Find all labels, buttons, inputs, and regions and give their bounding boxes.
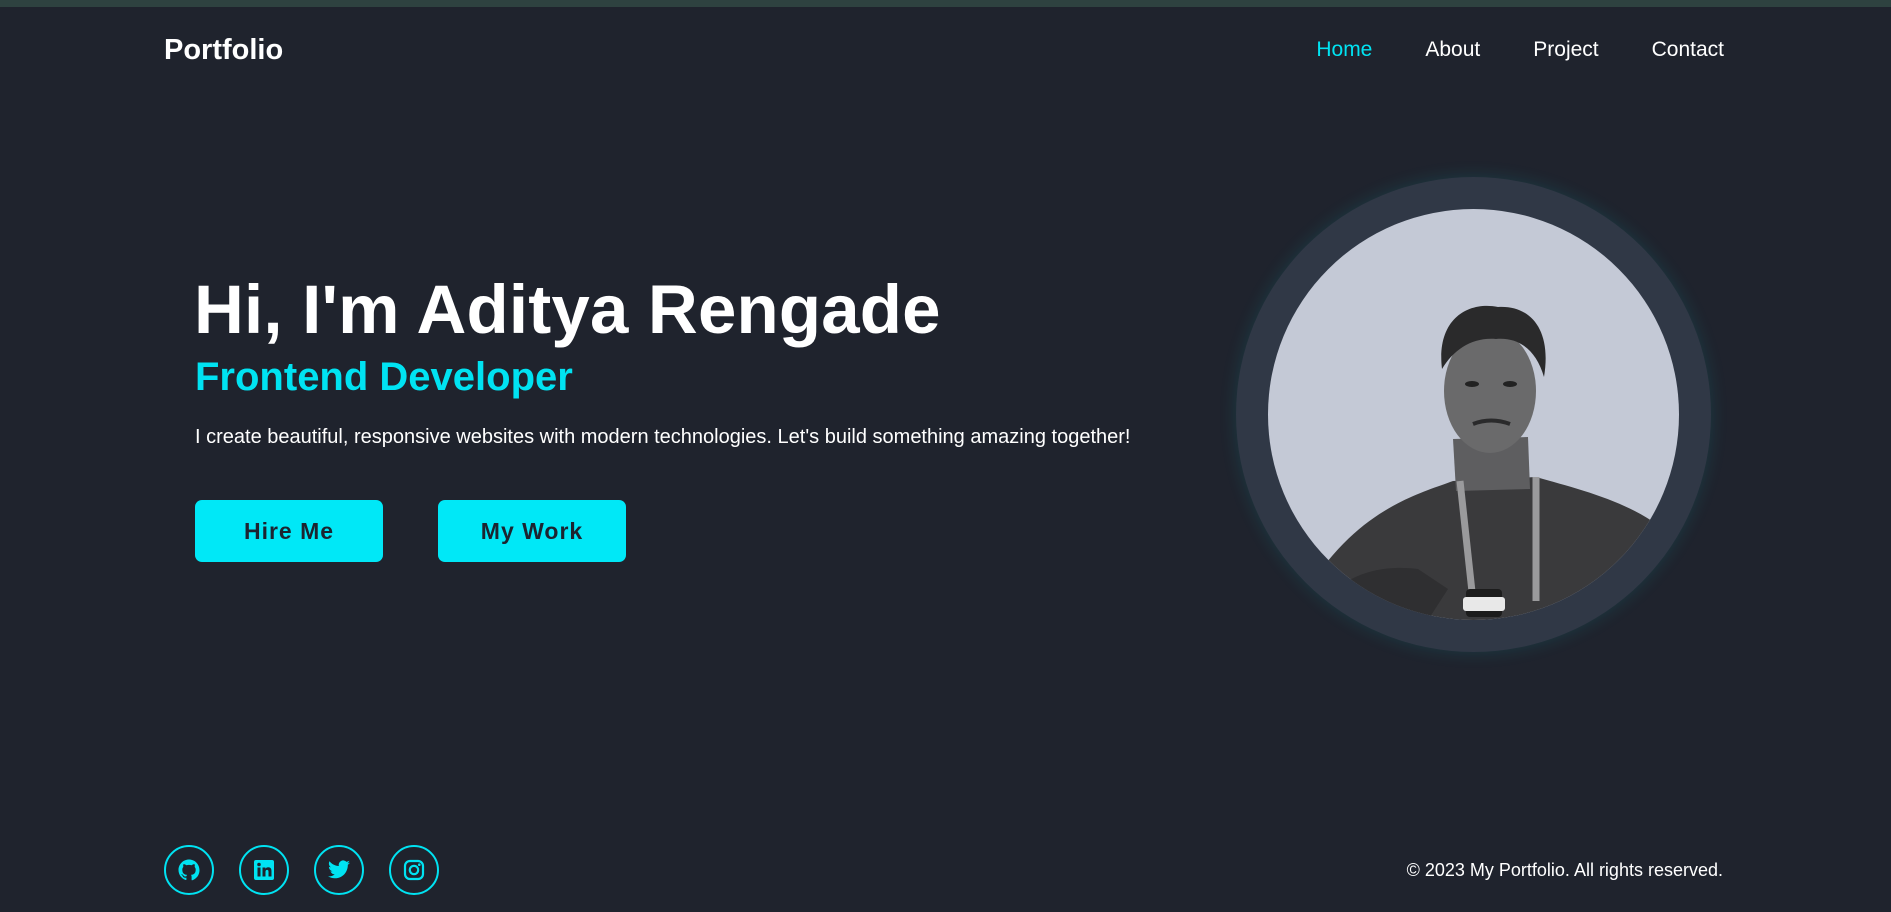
nav-home[interactable]: Home (1316, 38, 1372, 62)
linkedin-link[interactable] (239, 845, 289, 895)
hero-title: Hi, I'm Aditya Rengade (194, 271, 941, 348)
copyright-text: © 2023 My Portfolio. All rights reserved… (1406, 860, 1723, 880)
hero-subtitle: Frontend Developer (195, 355, 573, 399)
profile-photo (1268, 209, 1679, 620)
site-header: Portfolio Home About Project Contact (0, 7, 1891, 95)
twitter-icon (328, 860, 350, 879)
linkedin-icon (254, 860, 274, 880)
profile-photo-illustration (1308, 305, 1663, 620)
twitter-link[interactable] (314, 845, 364, 895)
social-links (164, 845, 439, 895)
profile-photo-ring (1236, 177, 1711, 652)
nav-about[interactable]: About (1425, 38, 1480, 62)
site-logo[interactable]: Portfolio (164, 34, 283, 67)
github-link[interactable] (164, 845, 214, 895)
instagram-link[interactable] (389, 845, 439, 895)
github-icon (178, 859, 200, 881)
main-nav: Home About Project Contact (1316, 38, 1724, 62)
nav-project[interactable]: Project (1533, 38, 1598, 62)
nav-contact[interactable]: Contact (1652, 38, 1724, 62)
hero-description: I create beautiful, responsive websites … (195, 426, 1131, 448)
instagram-icon (403, 859, 425, 881)
my-work-button[interactable]: My Work (438, 500, 626, 562)
hire-me-button[interactable]: Hire Me (195, 500, 383, 562)
top-strip (0, 0, 1891, 7)
